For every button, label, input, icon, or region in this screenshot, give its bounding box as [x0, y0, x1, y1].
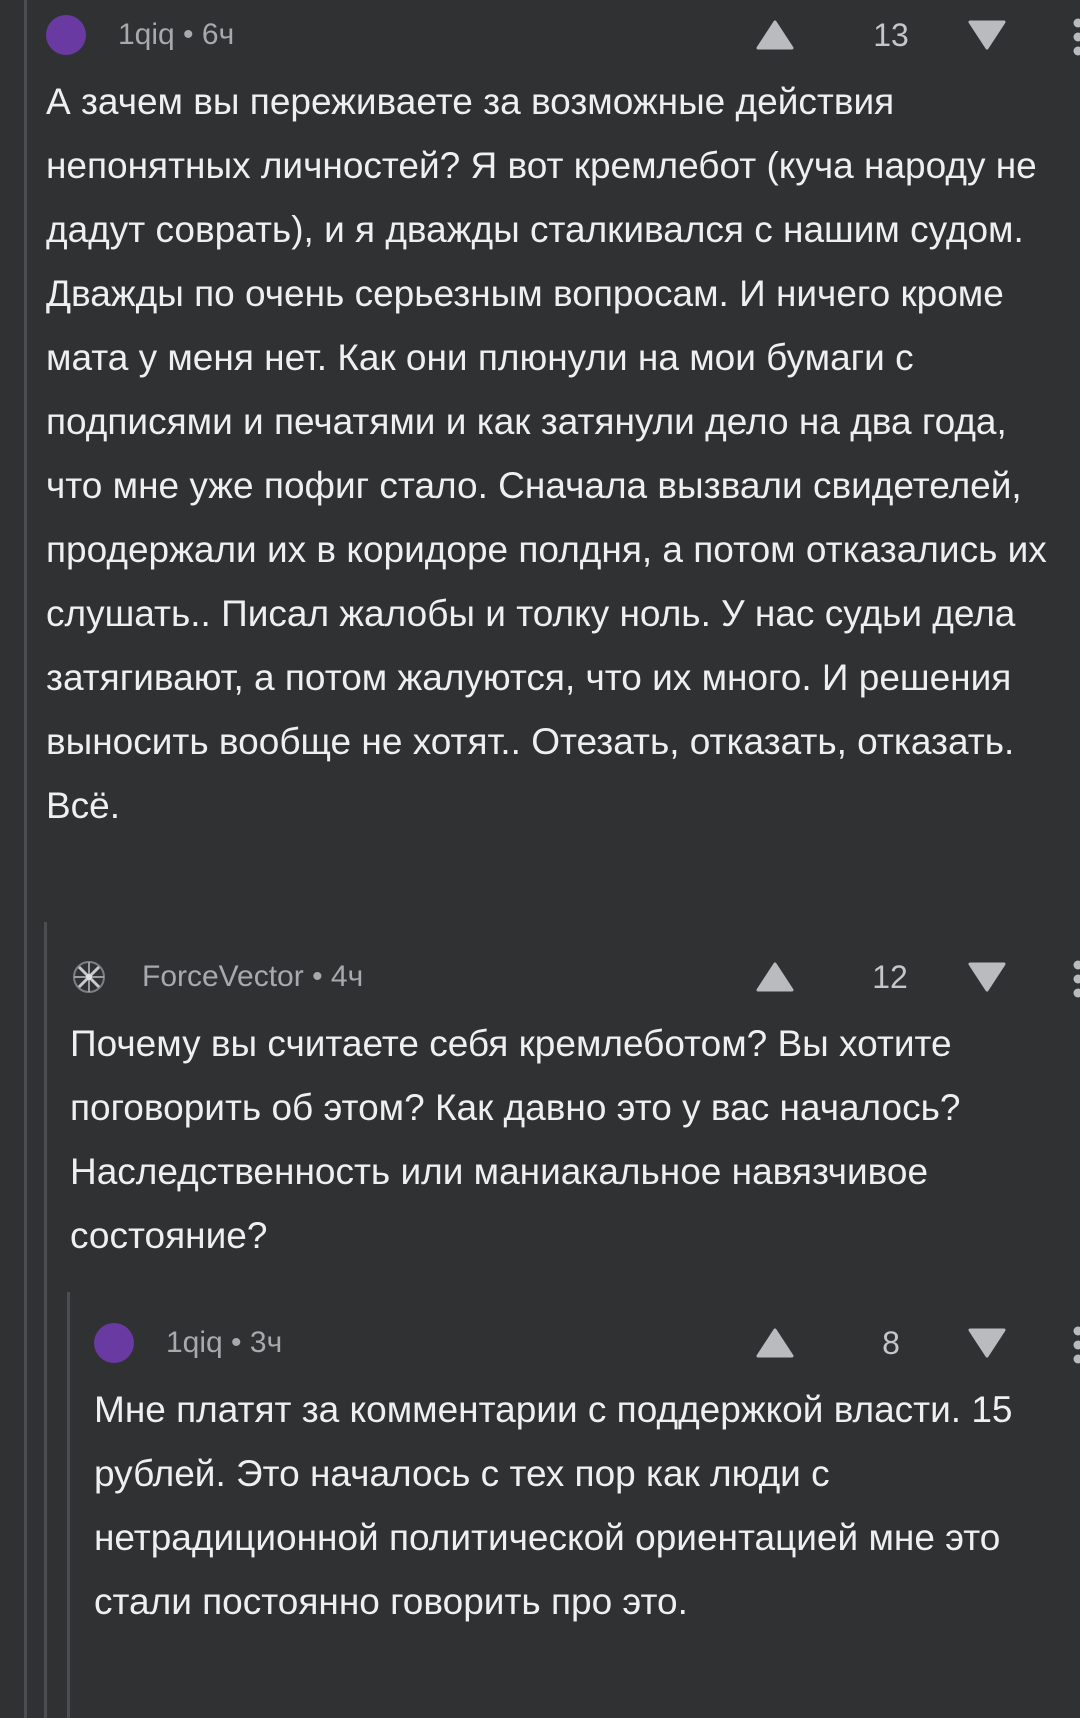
meta-separator: •: [222, 1326, 250, 1359]
thread-line-level-2: [44, 922, 47, 1718]
triangle-up-icon: [756, 20, 794, 50]
vertical-dots-icon: [1073, 960, 1080, 998]
comment-time: 4ч: [330, 960, 364, 993]
thread-line-level-3: [67, 1292, 70, 1718]
meta-separator: •: [303, 960, 331, 993]
thread-line-level-1: [24, 0, 27, 1718]
more-options-button[interactable]: [1066, 17, 1080, 57]
avatar[interactable]: [94, 1323, 134, 1363]
author-name[interactable]: 1qiq: [166, 1326, 223, 1359]
comment-root: 1qiq • 6ч 13 А зачем вы переживаете за в…: [46, 0, 1080, 838]
comment-text: Мне платят за комментарии с поддержкой в…: [94, 1389, 1013, 1622]
comment-meta: 1qiq • 6ч: [118, 19, 234, 51]
comment-text: А зачем вы переживаете за возможные дейс…: [46, 81, 1047, 826]
comment-header: 1qiq • 6ч 13: [46, 0, 1080, 70]
comment-meta: ForceVector • 4ч: [142, 961, 363, 993]
comment-reply-nested: 1qiq • 3ч 8 Мне платят за комментарии с …: [94, 1308, 1080, 1634]
author-name[interactable]: ForceVector: [142, 960, 304, 993]
comment-score: 8: [882, 1325, 900, 1361]
avatar[interactable]: [70, 958, 108, 996]
downvote-button[interactable]: [967, 962, 1007, 992]
downvote-button[interactable]: [967, 20, 1007, 50]
triangle-down-icon: [968, 20, 1006, 50]
author-name[interactable]: 1qiq: [118, 18, 175, 51]
upvote-button[interactable]: [755, 1328, 795, 1358]
vertical-dots-icon: [1073, 1326, 1080, 1364]
triangle-down-icon: [968, 1328, 1006, 1358]
comment-header: ForceVector • 4ч 12: [70, 942, 1080, 1012]
comment-header: 1qiq • 3ч 8: [94, 1308, 1080, 1378]
comment-score: 13: [873, 17, 909, 53]
avatar[interactable]: [46, 15, 86, 55]
comment-meta: 1qiq • 3ч: [166, 1327, 282, 1359]
upvote-button[interactable]: [755, 962, 795, 992]
more-options-button[interactable]: [1066, 1325, 1080, 1365]
comment-score: 12: [872, 959, 908, 995]
downvote-button[interactable]: [967, 1328, 1007, 1358]
comment-reply: ForceVector • 4ч 12 Почему вы считаете с…: [70, 942, 1080, 1268]
upvote-button[interactable]: [755, 20, 795, 50]
comment-text: Почему вы считаете себя кремлеботом? Вы …: [70, 1023, 961, 1256]
comment-time: 6ч: [201, 18, 235, 51]
triangle-down-icon: [968, 962, 1006, 992]
triangle-up-icon: [756, 962, 794, 992]
comment-time: 3ч: [249, 1326, 283, 1359]
vertical-dots-icon: [1073, 18, 1080, 56]
compass-star-icon: [73, 961, 105, 993]
meta-separator: •: [174, 18, 202, 51]
more-options-button[interactable]: [1066, 959, 1080, 999]
triangle-up-icon: [756, 1328, 794, 1358]
